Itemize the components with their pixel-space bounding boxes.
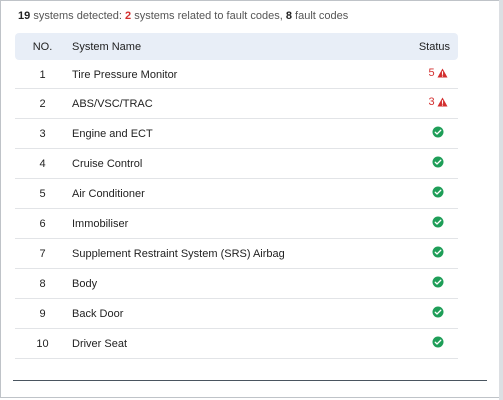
row-number: 10 <box>36 338 49 350</box>
row-number: 2 <box>39 98 46 110</box>
status-ok[interactable] <box>418 126 458 140</box>
systems-table: NO. System Name Status 1 Tire Pressure Mo… <box>15 33 458 359</box>
systems-count: 19 <box>18 10 31 22</box>
row-number: 5 <box>39 188 46 200</box>
system-name: Tire Pressure Monitor <box>72 69 178 81</box>
table-row[interactable]: 8 Body <box>15 269 458 299</box>
fault-count-badge: 5 <box>428 67 448 79</box>
row-number: 7 <box>39 248 46 260</box>
check-circle-icon <box>432 336 444 351</box>
fault-systems-text: systems related to fault codes, <box>134 10 283 22</box>
fault-codes-count: 8 <box>285 10 292 22</box>
warning-triangle-icon <box>437 68 448 78</box>
check-circle-icon <box>432 216 444 231</box>
scan-summary: 19 systems detected: 2 systems related t… <box>18 10 348 22</box>
status-ok[interactable] <box>418 246 458 260</box>
check-circle-icon <box>432 306 444 321</box>
check-circle-icon <box>432 246 444 261</box>
check-circle-icon <box>432 156 444 171</box>
status-ok[interactable] <box>418 216 458 230</box>
check-circle-icon <box>432 186 444 201</box>
system-name: Cruise Control <box>72 158 143 170</box>
check-circle-icon <box>432 276 444 291</box>
status-ok[interactable] <box>418 306 458 320</box>
system-name: ABS/VSC/TRAC <box>72 98 153 110</box>
status-fault[interactable]: 5 <box>418 67 458 81</box>
header-system-name: System Name <box>72 41 142 53</box>
row-number: 8 <box>39 278 46 290</box>
header-status: Status <box>418 41 450 53</box>
check-circle-icon <box>432 126 444 141</box>
system-name: Driver Seat <box>72 338 128 350</box>
row-number: 6 <box>39 218 46 230</box>
system-name: Immobiliser <box>72 218 129 230</box>
table-row[interactable]: 1 Tire Pressure Monitor 5 <box>15 60 458 89</box>
status-ok[interactable] <box>418 156 458 170</box>
system-name: Air Conditioner <box>72 188 145 200</box>
row-number: 4 <box>39 158 46 170</box>
table-row[interactable]: 9 Back Door <box>15 299 458 329</box>
status-ok[interactable] <box>418 186 458 200</box>
system-name: Body <box>72 278 98 290</box>
status-fault[interactable]: 3 <box>418 96 458 110</box>
footer-divider <box>13 380 487 381</box>
table-row[interactable]: 3 Engine and ECT <box>15 119 458 149</box>
table-body: 1 Tire Pressure Monitor 5 2 ABS/VSC/TRAC 3 3 En… <box>15 60 458 359</box>
table-row[interactable]: 6 Immobiliser <box>15 209 458 239</box>
status-ok[interactable] <box>418 336 458 350</box>
table-header: NO. System Name Status <box>15 33 458 60</box>
fault-systems-count: 2 <box>125 10 132 22</box>
system-name: Engine and ECT <box>72 128 153 140</box>
header-no: NO. <box>32 41 53 53</box>
system-name: Back Door <box>72 308 124 320</box>
status-ok[interactable] <box>418 276 458 290</box>
fault-count-badge: 3 <box>428 96 448 108</box>
scrollbar-track[interactable] <box>499 0 503 400</box>
fault-codes-text: fault codes <box>295 10 349 22</box>
table-row[interactable]: 5 Air Conditioner <box>15 179 458 209</box>
table-row[interactable]: 10 Driver Seat <box>15 329 458 359</box>
row-number: 9 <box>39 308 46 320</box>
table-row[interactable]: 7 Supplement Restraint System (SRS) Airba… <box>15 239 458 269</box>
system-name: Supplement Restraint System (SRS) Airbag <box>72 248 285 260</box>
table-row[interactable]: 4 Cruise Control <box>15 149 458 179</box>
row-number: 3 <box>39 128 46 140</box>
fault-count: 5 <box>428 67 435 79</box>
row-number: 1 <box>39 69 46 81</box>
systems-text: systems detected: <box>33 10 122 22</box>
warning-triangle-icon <box>437 97 448 107</box>
table-row[interactable]: 2 ABS/VSC/TRAC 3 <box>15 89 458 119</box>
fault-count: 3 <box>428 96 435 108</box>
